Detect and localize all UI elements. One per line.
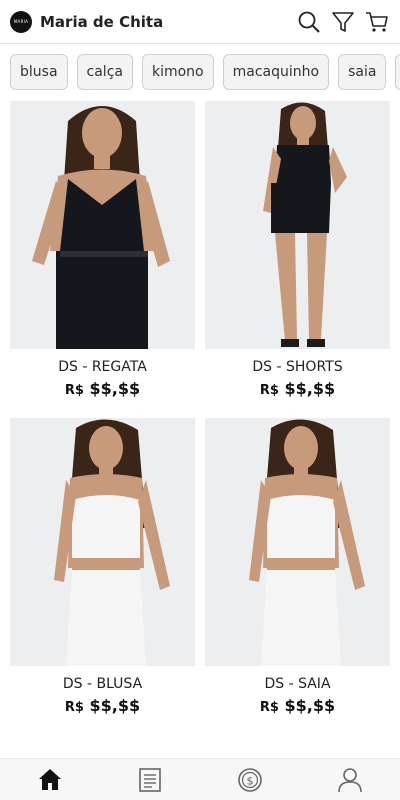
- price-currency: R$: [64, 700, 84, 715]
- chip-saia[interactable]: saia: [338, 54, 387, 90]
- logo-text: MARIA: [13, 19, 29, 24]
- price-currency: R$: [259, 383, 279, 398]
- price-value: $$,$$: [284, 379, 336, 398]
- category-chips: blusa calça kimono macaquinho saia sho: [10, 54, 400, 90]
- profile-icon[interactable]: [330, 760, 370, 800]
- chip-calca[interactable]: calça: [76, 54, 133, 90]
- cart-icon[interactable]: [364, 9, 390, 35]
- money-icon[interactable]: $: [230, 760, 270, 800]
- catalog-icon[interactable]: [130, 760, 170, 800]
- chip-blusa[interactable]: blusa: [10, 54, 68, 90]
- product-card[interactable]: DS - REGATA R$ $$,$$: [10, 101, 195, 398]
- chip-macaquinho[interactable]: macaquinho: [222, 54, 330, 90]
- product-grid: DS - REGATA R$ $$,$$ DS - SHORTS R$ $$,$…: [10, 101, 391, 715]
- price-value: $$,$$: [284, 696, 336, 715]
- home-icon[interactable]: [30, 760, 70, 800]
- product-price: R$ $$,$$: [10, 696, 195, 715]
- chip-kimono[interactable]: kimono: [141, 54, 214, 90]
- product-price: R$ $$,$$: [10, 379, 195, 398]
- product-name: DS - REGATA: [58, 359, 147, 375]
- chip-shorts[interactable]: sho: [395, 54, 400, 90]
- store-logo[interactable]: MARIA: [10, 10, 32, 33]
- product-name: DS - SHORTS: [252, 359, 343, 375]
- product-card[interactable]: DS - BLUSA R$ $$,$$: [10, 418, 195, 715]
- search-icon[interactable]: [296, 9, 322, 35]
- product-card[interactable]: DS - SAIA R$ $$,$$: [205, 418, 390, 715]
- store-name: Maria de Chita: [40, 12, 164, 31]
- svg-text:$: $: [247, 774, 254, 787]
- product-name: DS - BLUSA: [62, 676, 143, 692]
- product-name: DS - SAIA: [264, 676, 331, 692]
- filter-icon[interactable]: [330, 9, 356, 35]
- price-currency: R$: [259, 700, 279, 715]
- product-card[interactable]: DS - SHORTS R$ $$,$$: [205, 101, 390, 398]
- price-value: $$,$$: [89, 379, 141, 398]
- bottom-nav: $: [0, 758, 400, 800]
- product-image[interactable]: [10, 418, 195, 666]
- product-image[interactable]: [10, 101, 195, 349]
- product-price: R$ $$,$$: [205, 696, 390, 715]
- product-image[interactable]: [205, 418, 390, 666]
- product-image[interactable]: [205, 101, 390, 349]
- price-currency: R$: [64, 383, 84, 398]
- price-value: $$,$$: [89, 696, 141, 715]
- header-actions: [296, 9, 390, 35]
- product-price: R$ $$,$$: [205, 379, 390, 398]
- app-header: MARIA Maria de Chita: [0, 0, 400, 44]
